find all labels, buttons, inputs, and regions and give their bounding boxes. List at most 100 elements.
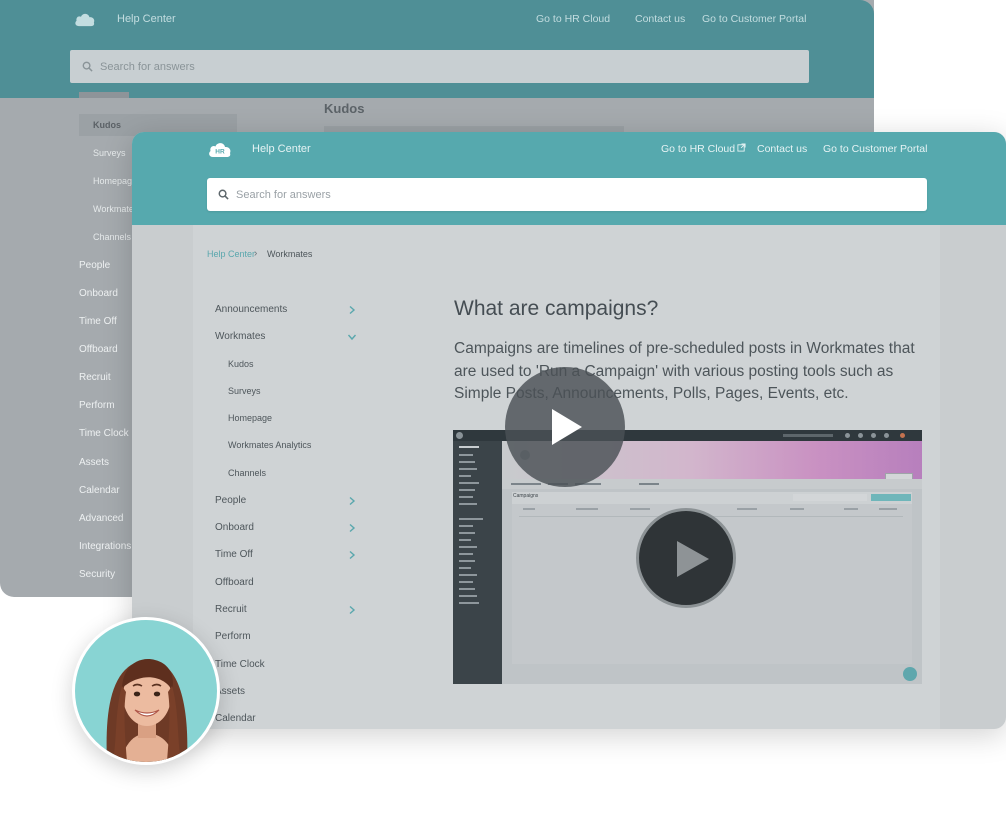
back-sidebar-recruit: Recruit <box>79 372 111 383</box>
search-input[interactable]: Search for answers <box>207 178 927 211</box>
sidebar-item-calendar[interactable]: Calendar <box>215 713 256 724</box>
back-sidebar-time-off: Time Off <box>79 316 117 327</box>
sidebar-subitem-homepage[interactable]: Homepage <box>228 413 272 423</box>
chevron-right-icon[interactable] <box>347 605 357 615</box>
video-app-menu-line <box>459 567 471 569</box>
external-link-icon <box>737 143 746 152</box>
person-portrait-icon <box>106 659 188 762</box>
video-app-menu-line <box>459 532 475 534</box>
nav-go-to-customer-portal[interactable]: Go to Customer Portal <box>823 143 927 155</box>
video-app-column-header <box>790 508 804 510</box>
sidebar-item-recruit[interactable]: Recruit <box>215 604 247 615</box>
video-panel-title: Campaigns <box>513 493 539 499</box>
sidebar-item-workmates[interactable]: Workmates <box>215 331 265 342</box>
back-sidebar-assets: Assets <box>79 457 110 468</box>
video-app-menu-line <box>459 539 471 541</box>
sidebar-item-time-clock[interactable]: Time Clock <box>215 659 265 670</box>
search-icon <box>82 61 93 72</box>
video-app-menu-line <box>459 475 471 477</box>
sidebar-item-offboard[interactable]: Offboard <box>215 577 254 588</box>
chevron-right-icon[interactable] <box>347 305 357 315</box>
sidebar-item-onboard[interactable]: Onboard <box>215 522 254 533</box>
back-sidebar-sub-channels: Channels <box>93 232 132 242</box>
video-app-menu-line <box>459 574 477 576</box>
logo-text: HR <box>215 148 225 155</box>
video-app-tab-line <box>511 483 541 485</box>
breadcrumb-separator-icon: › <box>254 248 258 259</box>
video-app-search <box>783 434 833 437</box>
back-sidebar-sub-surveys: Surveys <box>93 148 126 158</box>
video-app-tab-line <box>639 483 659 485</box>
back-sidebar-integrations: Integrations <box>79 541 132 552</box>
video-app-menu-line <box>459 489 475 491</box>
article-title: What are campaigns? <box>454 297 659 320</box>
video-app-menu-line <box>459 446 479 448</box>
video-app-panel-search <box>793 494 867 501</box>
nav-contact-us[interactable]: Contact us <box>757 143 807 155</box>
breadcrumb-help-center[interactable]: Help Center <box>207 249 255 259</box>
chevron-down-icon[interactable] <box>347 332 357 342</box>
back-sidebar-time-clock: Time Clock <box>79 428 129 439</box>
video-app-menu-line <box>459 588 475 590</box>
back-search-input: Search for answers <box>70 50 809 83</box>
sidebar-subitem-surveys[interactable]: Surveys <box>228 386 261 396</box>
back-sidebar-sub-kudos: Kudos <box>93 120 121 130</box>
video-app-avatar <box>900 433 905 438</box>
video-app-column-header <box>879 508 897 510</box>
chat-bubble-icon[interactable] <box>903 667 917 681</box>
video-app-logo <box>456 432 463 439</box>
sidebar-item-perform[interactable]: Perform <box>215 631 251 642</box>
sidebar-item-announcements[interactable]: Announcements <box>215 304 287 315</box>
video-app-menu-line <box>459 496 473 498</box>
video-app-menu-line <box>459 454 473 456</box>
video-app-menu-line <box>459 602 479 604</box>
play-button-icon[interactable] <box>505 367 625 487</box>
hr-cloud-logo-icon[interactable]: HR <box>208 140 232 158</box>
video-app-icon <box>884 433 889 438</box>
back-brand: Help Center <box>117 13 176 25</box>
search-placeholder: Search for answers <box>236 189 331 201</box>
back-article-title: Kudos <box>324 101 365 116</box>
back-nav-contact: Contact us <box>635 13 686 25</box>
nav-go-to-hr-cloud[interactable]: Go to HR Cloud <box>661 143 746 155</box>
back-search-placeholder: Search for answers <box>100 61 195 73</box>
video-app-column-header <box>576 508 598 510</box>
search-icon <box>218 189 229 200</box>
hr-cloud-logo-icon <box>75 13 95 27</box>
video-app-menu-line <box>459 553 473 555</box>
sidebar-subitem-channels[interactable]: Channels <box>228 468 266 478</box>
back-nav-portal: Go to Customer Portal <box>702 13 807 25</box>
brand-help-center[interactable]: Help Center <box>252 143 311 155</box>
video-app-menu-line <box>459 595 477 597</box>
video-app-menu-line <box>459 560 475 562</box>
sidebar-item-time-off[interactable]: Time Off <box>215 549 253 560</box>
video-play-icon[interactable] <box>636 508 736 608</box>
video-app-menu-line <box>459 468 477 470</box>
back-sidebar-people: People <box>79 260 111 271</box>
back-sidebar-offboard: Offboard <box>79 344 118 355</box>
video-app-column-header <box>523 508 535 510</box>
video-app-column-header <box>737 508 757 510</box>
video-play-triangle <box>677 541 709 577</box>
chevron-right-icon[interactable] <box>347 496 357 506</box>
chevron-right-icon[interactable] <box>347 523 357 533</box>
video-app-menu-line <box>459 503 477 505</box>
breadcrumb-current: Workmates <box>267 249 313 259</box>
chevron-right-icon[interactable] <box>347 550 357 560</box>
video-app-new-campaign-button <box>871 494 911 501</box>
video-app-icon <box>845 433 850 438</box>
back-sidebar-perform: Perform <box>79 400 115 411</box>
video-app-menu-line <box>459 461 475 463</box>
back-sidebar-onboard: Onboard <box>79 288 118 299</box>
sidebar-subitem-kudos[interactable]: Kudos <box>228 359 254 369</box>
nav-go-to-hr-cloud-label: Go to HR Cloud <box>661 143 736 155</box>
sidebar-item-people[interactable]: People <box>215 495 246 506</box>
back-sidebar-fragment <box>79 92 129 98</box>
video-app-sidebar <box>453 441 502 684</box>
sidebar-subitem-workmates-analytics[interactable]: Workmates Analytics <box>228 440 311 450</box>
video-app-menu-line <box>459 518 483 520</box>
back-sidebar-advanced: Advanced <box>79 513 124 524</box>
video-app-menu-line <box>459 525 473 527</box>
video-app-icon <box>871 433 876 438</box>
video-app-column-header <box>630 508 650 510</box>
